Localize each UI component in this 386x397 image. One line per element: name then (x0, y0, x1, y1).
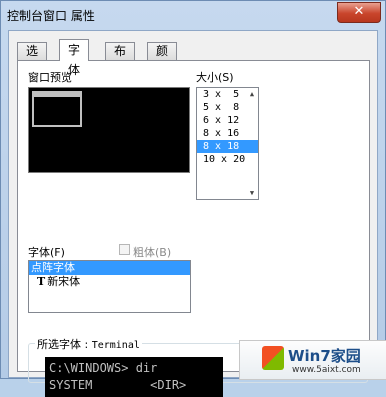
close-button[interactable]: ✕ (337, 2, 381, 23)
sample-line: C:\WINDOWS> dir (49, 361, 158, 375)
sample-line: SYSTEM <DIR> (49, 378, 187, 392)
size-listbox[interactable]: 3 x 5 5 x 8 6 x 12 8 x 16 8 x 18 10 x 20… (196, 87, 259, 200)
watermark-url: www.5aixt.com (292, 365, 361, 375)
watermark-brand: Win7家园 (288, 347, 361, 365)
size-option-selected[interactable]: 8 x 18 (197, 140, 258, 153)
font-sample-preview: C:\WINDOWS> dir SYSTEM <DIR> (45, 357, 223, 397)
tab-options[interactable]: 选项 (17, 42, 48, 75)
window-preview (28, 87, 190, 173)
font-label: 字体(F) (28, 246, 65, 259)
size-option[interactable]: 5 x 8 (197, 101, 258, 114)
properties-dialog: 控制台窗口 属性 ✕ 选项 字体 布局 颜色 窗口预览 大小(S) 3 x 5 … (0, 0, 386, 397)
size-option[interactable]: 6 x 12 (197, 114, 258, 127)
size-label: 大小(S) (196, 71, 234, 84)
font-option-label: 新宋体 (47, 275, 81, 288)
window-preview-label: 窗口预览 (28, 71, 72, 84)
bold-label: 粗体(B) (133, 246, 172, 259)
size-option[interactable]: 8 x 16 (197, 127, 258, 140)
selected-font-label: 所选字体 : (37, 338, 89, 351)
font-option-selected[interactable]: 点阵字体 (29, 261, 190, 275)
truetype-icon: T (37, 275, 46, 288)
font-option-label: 点阵字体 (31, 261, 75, 274)
scroll-down-icon[interactable]: ▼ (246, 187, 258, 199)
tab-layout[interactable]: 布局 (105, 42, 136, 75)
windows-logo-icon (262, 346, 284, 370)
preview-window-icon (32, 91, 82, 127)
close-icon: ✕ (353, 4, 365, 19)
dialog-client: 选项 字体 布局 颜色 窗口预览 大小(S) 3 x 5 5 x 8 6 x 1… (8, 30, 378, 397)
bold-checkbox[interactable] (119, 244, 130, 255)
title-bar[interactable]: 控制台窗口 属性 ✕ (1, 1, 385, 29)
selected-font-legend: 所选字体 : Terminal (35, 336, 142, 352)
tab-colors[interactable]: 颜色 (147, 42, 178, 75)
size-option[interactable]: 10 x 20 (197, 153, 258, 166)
font-tab-panel: 窗口预览 大小(S) 3 x 5 5 x 8 6 x 12 8 x 16 8 x… (17, 60, 370, 397)
font-option[interactable]: T 新宋体 (29, 275, 190, 289)
tab-font[interactable]: 字体 (59, 39, 90, 77)
window-title: 控制台窗口 属性 (7, 9, 95, 23)
site-watermark: Win7家园 www.5aixt.com (239, 340, 386, 380)
font-listbox[interactable]: 点阵字体 T 新宋体 (28, 260, 191, 313)
selected-font-name: Terminal (91, 340, 140, 351)
scroll-up-icon[interactable]: ▲ (246, 88, 258, 100)
